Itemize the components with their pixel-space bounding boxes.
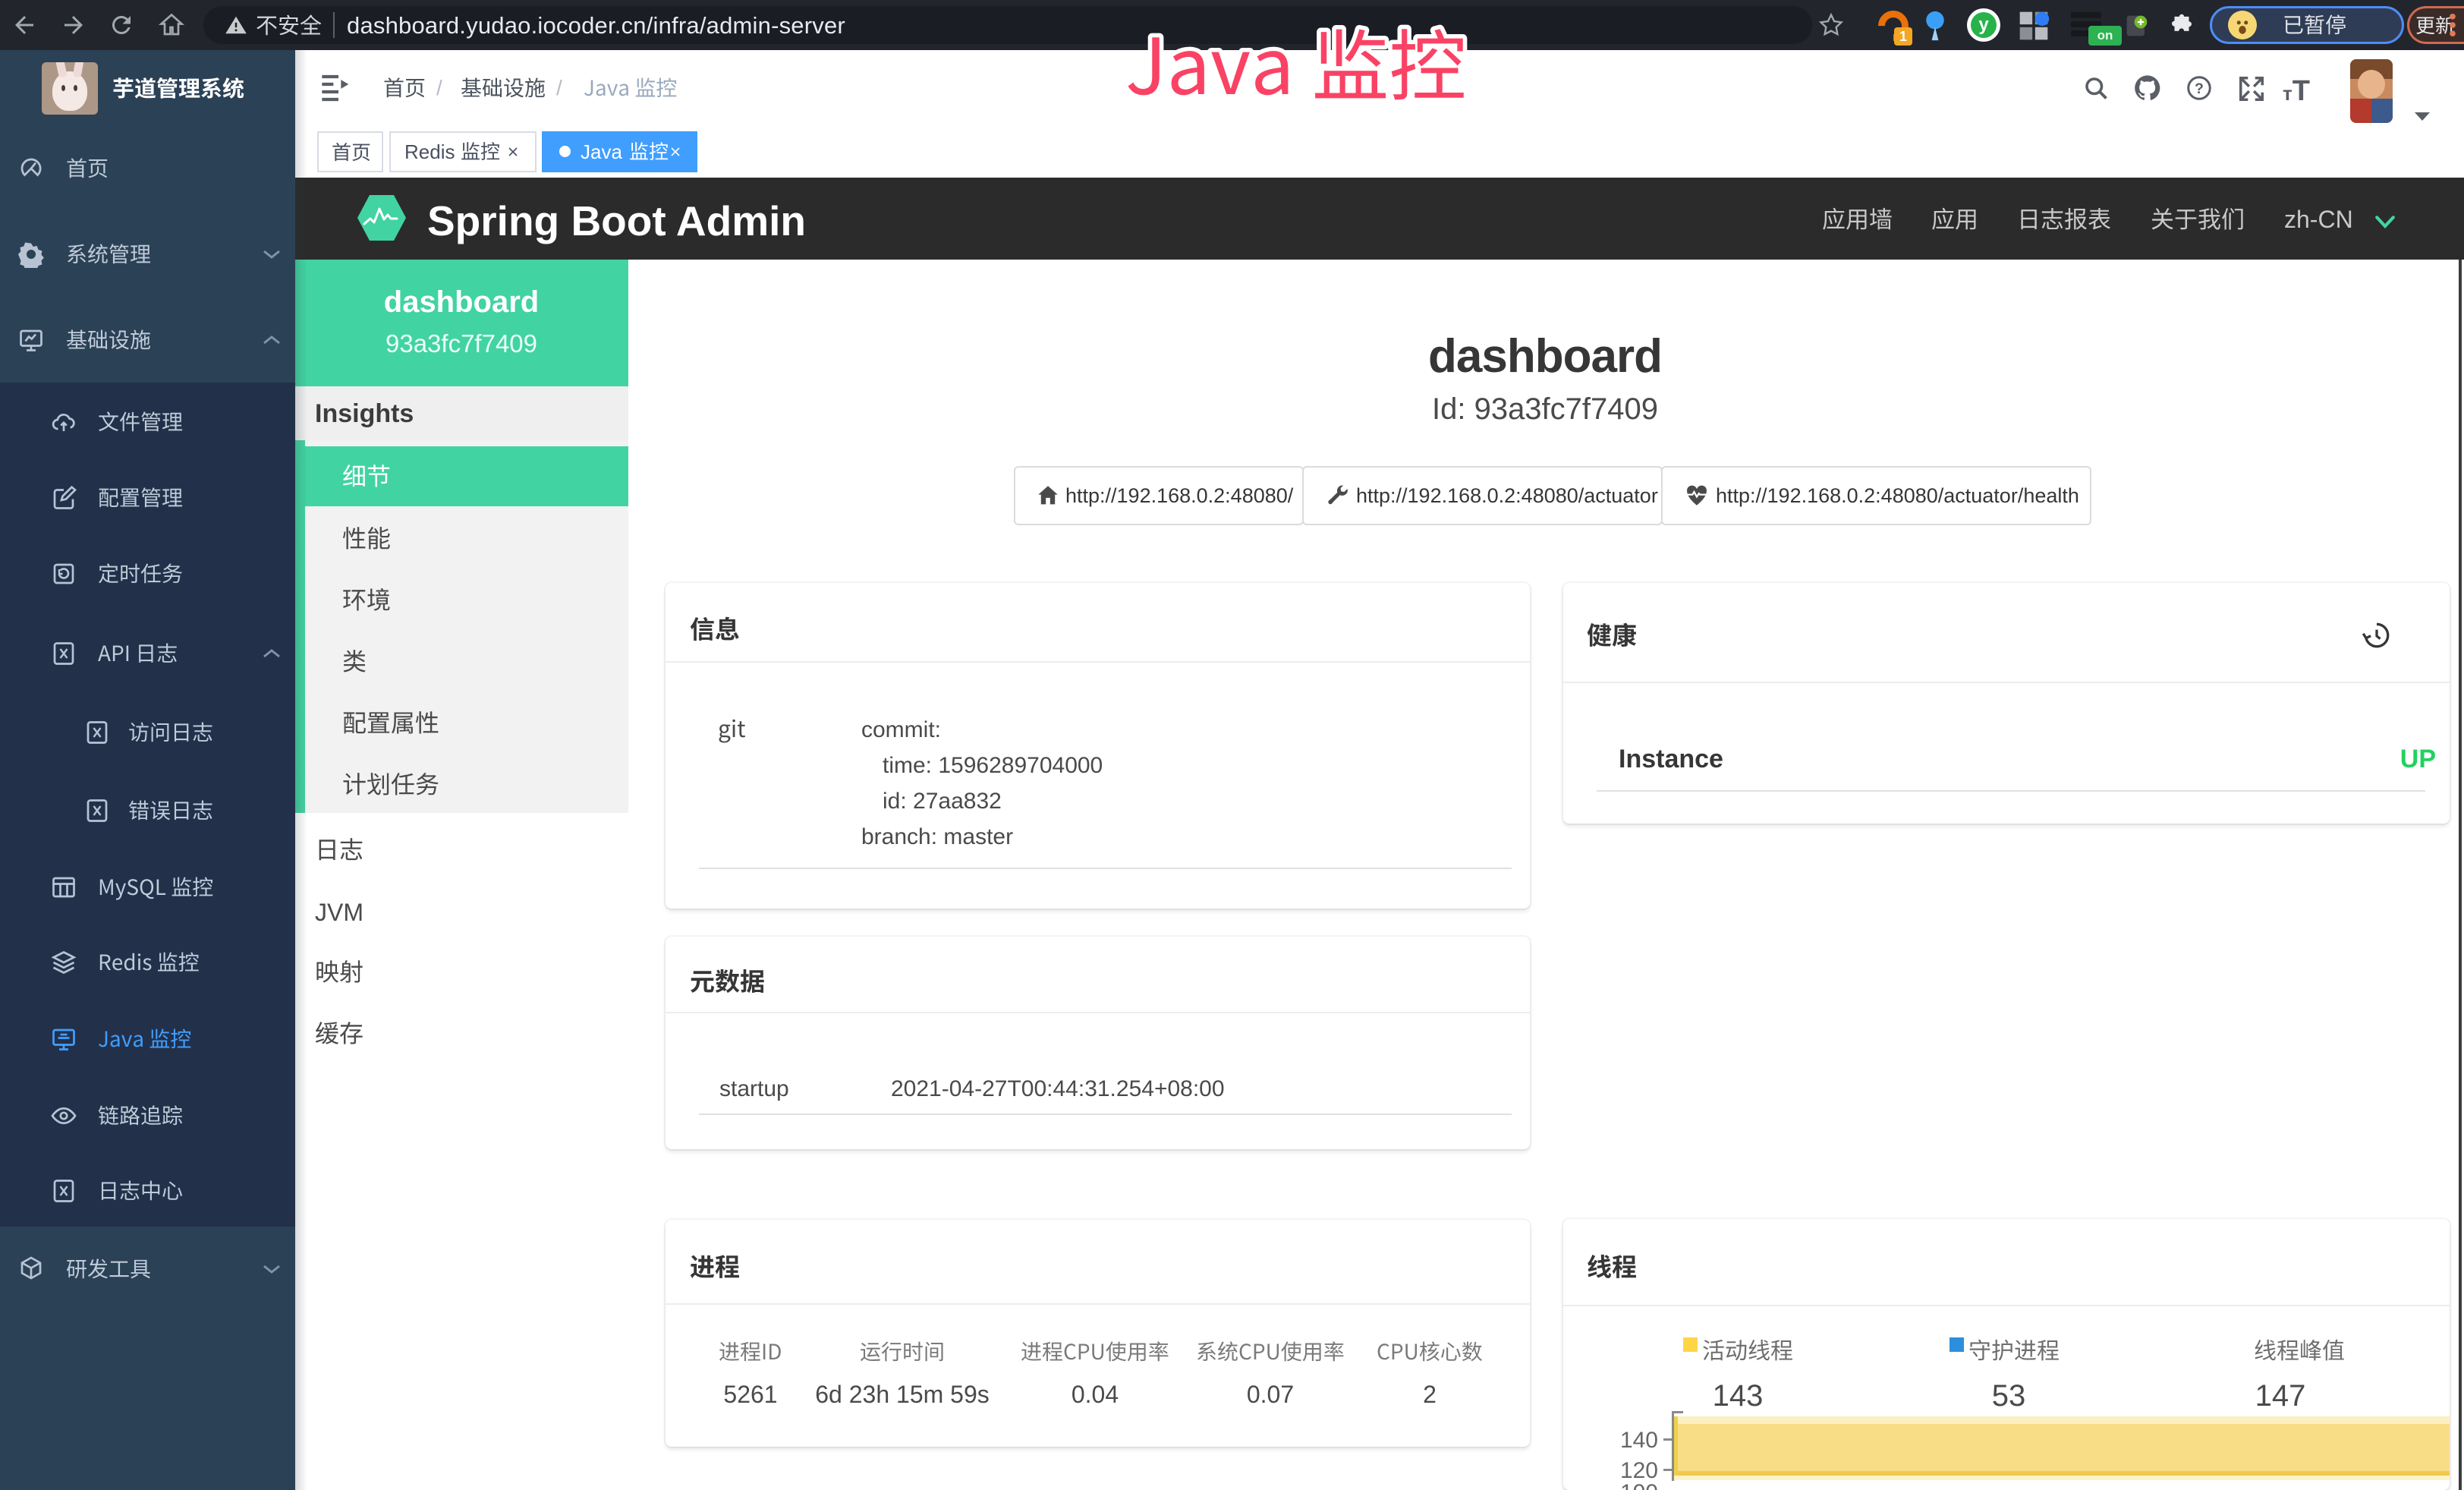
svg-text:?: ? [2195, 80, 2204, 97]
